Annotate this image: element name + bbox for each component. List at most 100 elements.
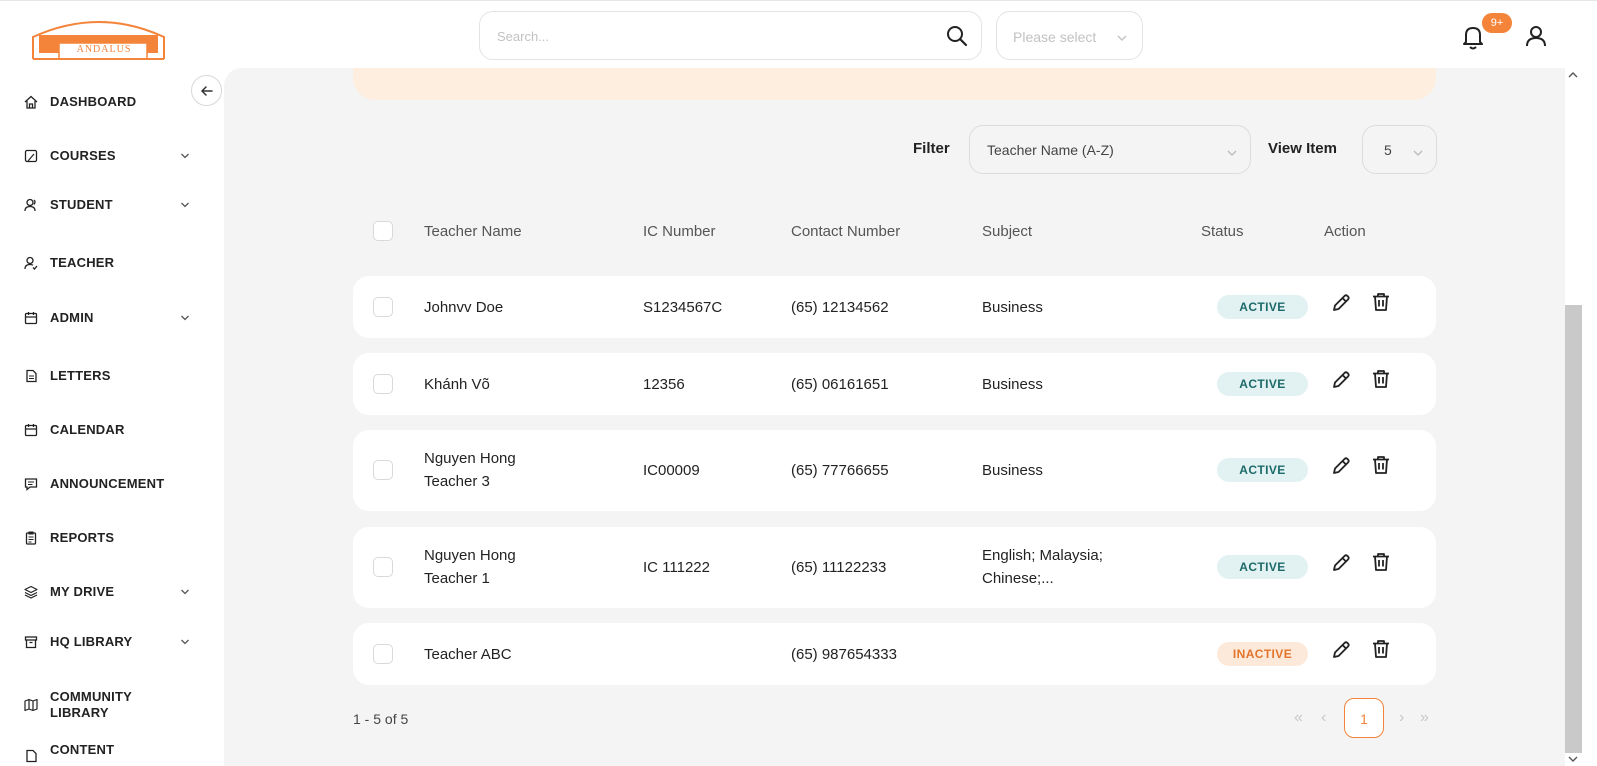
top-select-value: Please select: [1013, 29, 1097, 45]
edit-icon[interactable]: [1330, 552, 1352, 574]
chevron-down-icon[interactable]: [180, 200, 190, 210]
last-page-button[interactable]: »: [1420, 709, 1429, 727]
clipboard-icon: [25, 531, 37, 545]
column-header-ic-number[interactable]: IC Number: [643, 223, 716, 240]
next-page-button[interactable]: ›: [1399, 709, 1404, 727]
sidebar-item-my-drive[interactable]: MY DRIVE: [24, 582, 114, 602]
top-header: ANDALUS Search... Please select 9+: [0, 0, 1597, 70]
sidebar-item-courses[interactable]: COURSES: [24, 146, 116, 166]
sidebar-item-reports[interactable]: REPORTS: [24, 528, 114, 548]
contact-number: (65) 06161651: [791, 376, 889, 393]
subject: Business: [982, 376, 1043, 393]
edit-icon[interactable]: [1330, 292, 1352, 314]
column-header-status[interactable]: Status: [1201, 223, 1244, 240]
edit-icon[interactable]: [1330, 455, 1352, 477]
table-row[interactable]: Nguyen Hong Teacher 3 IC00009 (65) 77766…: [353, 430, 1436, 511]
sidebar-item-calendar[interactable]: CALENDAR: [24, 420, 125, 440]
sidebar-item-admin[interactable]: ADMIN: [24, 308, 94, 328]
home-icon: [24, 95, 38, 109]
sidebar-item-hq-library[interactable]: HQ LIBRARY: [24, 632, 132, 652]
trash-icon[interactable]: [1370, 551, 1392, 573]
logo-text: ANDALUS: [76, 44, 132, 55]
table-row[interactable]: Khánh Võ 12356 (65) 06161651 Business AC…: [353, 353, 1436, 415]
select-all-checkbox[interactable]: [373, 221, 393, 241]
trash-icon[interactable]: [1370, 368, 1392, 390]
contact-number: (65) 987654333: [791, 646, 897, 663]
sidebar-item-letters[interactable]: LETTERS: [24, 366, 111, 386]
sidebar-item-label: ANNOUNCEMENT: [50, 476, 165, 491]
column-header-teacher-name[interactable]: Teacher Name: [424, 223, 522, 240]
page-1-button[interactable]: 1: [1344, 698, 1384, 738]
contact-number: (65) 12134562: [791, 299, 889, 316]
file-icon: [26, 369, 37, 383]
search-icon[interactable]: [945, 24, 969, 48]
main-content: Filter Teacher Name (A-Z) View Item 5 Te…: [224, 68, 1565, 766]
row-checkbox[interactable]: [373, 297, 393, 317]
user-check-icon: [24, 256, 38, 270]
andalus-logo[interactable]: ANDALUS: [29, 11, 168, 61]
edit-icon[interactable]: [1330, 639, 1352, 661]
filter-select[interactable]: Teacher Name (A-Z): [969, 125, 1251, 174]
row-checkbox[interactable]: [373, 644, 393, 664]
sidebar-item-label: HQ LIBRARY: [50, 634, 133, 649]
sidebar-item-announcement[interactable]: ANNOUNCEMENT: [24, 474, 164, 494]
subject-line2: Chinese;...: [982, 570, 1054, 587]
subject: Business: [982, 299, 1043, 316]
teacher-name: Teacher ABC: [424, 646, 512, 663]
sidebar-item-label: REPORTS: [50, 530, 115, 545]
chevron-down-icon: [1226, 146, 1238, 158]
info-banner: [353, 68, 1436, 100]
user-icon[interactable]: [1523, 23, 1549, 49]
chevron-down-icon[interactable]: [180, 587, 190, 597]
scroll-up-icon[interactable]: [1567, 70, 1579, 80]
table-row[interactable]: Teacher ABC (65) 987654333 INACTIVE: [353, 623, 1436, 685]
sidebar-item-teacher[interactable]: TEACHER: [24, 253, 114, 273]
status-badge: ACTIVE: [1217, 372, 1308, 396]
message-icon: [24, 478, 38, 491]
subject: Business: [982, 462, 1043, 479]
users-icon: [24, 198, 36, 212]
filter-value: Teacher Name (A-Z): [987, 142, 1114, 158]
row-checkbox[interactable]: [373, 460, 393, 480]
chevron-down-icon: [1412, 146, 1424, 158]
trash-icon[interactable]: [1370, 291, 1392, 313]
sidebar-item-label: STUDENT: [50, 197, 113, 212]
contact-number: (65) 77766655: [791, 462, 889, 479]
sidebar-item-label: ADMIN: [50, 310, 94, 325]
chevron-down-icon[interactable]: [180, 637, 190, 647]
archive-icon: [24, 636, 38, 649]
filter-label: Filter: [913, 140, 950, 157]
trash-icon[interactable]: [1370, 638, 1392, 660]
notification-badge: 9+: [1482, 13, 1512, 33]
view-item-select[interactable]: 5: [1362, 125, 1437, 174]
scroll-down-icon[interactable]: [1567, 754, 1579, 764]
table-row[interactable]: Johnvv Doe S1234567C (65) 12134562 Busin…: [353, 276, 1436, 338]
first-page-button[interactable]: «: [1294, 709, 1303, 727]
teacher-name-line1: Nguyen Hong: [424, 547, 516, 564]
sidebar-item-community-library[interactable]: COMMUNITY LIBRARY: [24, 688, 132, 722]
trash-icon[interactable]: [1370, 454, 1392, 476]
row-checkbox[interactable]: [373, 374, 393, 394]
ic-number: IC00009: [643, 462, 700, 479]
teacher-name: Johnvv Doe: [424, 299, 504, 316]
column-header-subject[interactable]: Subject: [982, 223, 1032, 240]
sidebar-item-student[interactable]: STUDENT: [24, 195, 113, 215]
row-checkbox[interactable]: [373, 557, 393, 577]
teacher-name: Nguyen Hong Teacher 3: [424, 447, 516, 493]
prev-page-button[interactable]: ‹: [1321, 709, 1326, 727]
search-box[interactable]: Search...: [479, 11, 982, 60]
edit-icon[interactable]: [1330, 369, 1352, 391]
top-select[interactable]: Please select: [996, 11, 1143, 60]
content-icon: [26, 749, 37, 763]
chevron-down-icon[interactable]: [180, 151, 190, 161]
column-header-contact-number[interactable]: Contact Number: [791, 223, 900, 240]
search-input[interactable]: Search...: [497, 29, 549, 44]
table-row[interactable]: Nguyen Hong Teacher 1 IC 111222 (65) 111…: [353, 527, 1436, 608]
sidebar-item-label-line2: LIBRARY: [50, 705, 109, 720]
scrollbar-thumb[interactable]: [1565, 305, 1582, 753]
view-item-value: 5: [1384, 142, 1392, 158]
chevron-down-icon[interactable]: [180, 313, 190, 323]
sidebar-item-content[interactable]: CONTENT: [24, 742, 114, 763]
sidebar-item-dashboard[interactable]: DASHBOARD: [24, 92, 136, 112]
collapse-sidebar-button[interactable]: [191, 75, 222, 106]
